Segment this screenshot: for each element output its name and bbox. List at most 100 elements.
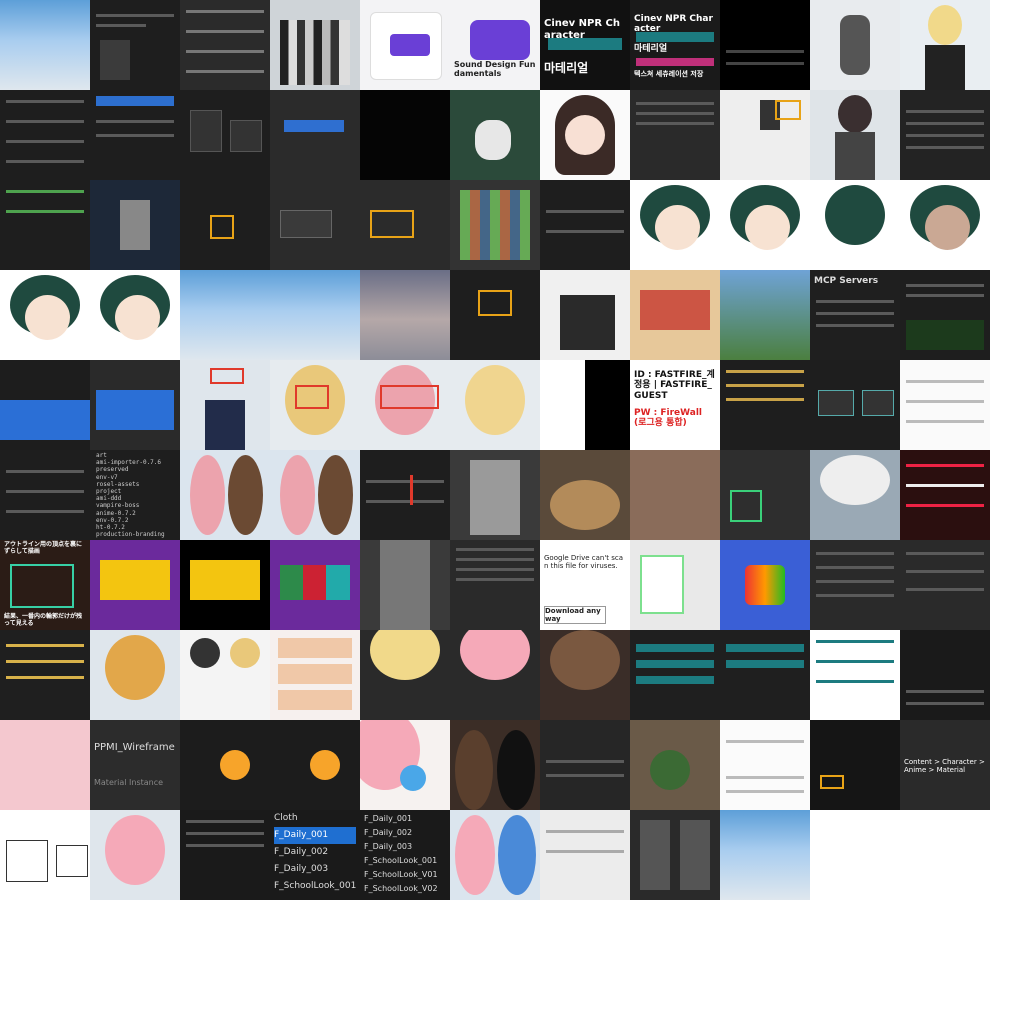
thumbnail-r1c3[interactable] xyxy=(180,0,270,90)
thumbnail-r7c2[interactable] xyxy=(90,540,180,630)
thumbnail-r1c5[interactable] xyxy=(360,0,450,90)
thumbnail-r2c10[interactable] xyxy=(810,90,900,180)
tree-item[interactable]: anime-0.7.2 xyxy=(96,510,165,517)
thumbnail-r5c7[interactable] xyxy=(540,360,630,450)
thumbnail-r5c10[interactable] xyxy=(810,360,900,450)
thumbnail-r8c9[interactable] xyxy=(720,630,810,720)
folder-item[interactable]: F_SchoolLook_V02 xyxy=(364,882,438,896)
thumbnail-r1c9[interactable] xyxy=(720,0,810,90)
thumbnail-r8c6[interactable] xyxy=(450,630,540,720)
thumbnail-r8c8[interactable] xyxy=(630,630,720,720)
folder-item[interactable]: F_Daily_003 xyxy=(274,861,356,878)
thumbnail-r9c2[interactable]: PPMI_Wireframe Material Instance xyxy=(90,720,180,810)
thumbnail-r6c6[interactable] xyxy=(450,450,540,540)
thumbnail-r2c4[interactable] xyxy=(270,90,360,180)
thumbnail-r1c6[interactable]: Sound Design Fundamentals xyxy=(450,0,540,90)
thumbnail-r4c5[interactable] xyxy=(360,270,450,360)
thumbnail-r7c1[interactable]: アウトライン用の頂点を裏にずらして描画 結果、一番内の輪郭だけが残って見える xyxy=(0,540,90,630)
thumbnail-r8c10[interactable] xyxy=(810,630,900,720)
thumbnail-r3c2[interactable] xyxy=(90,180,180,270)
thumbnail-r4c11[interactable] xyxy=(900,270,990,360)
thumbnail-r2c8[interactable] xyxy=(630,90,720,180)
thumbnail-r3c9[interactable] xyxy=(720,180,810,270)
thumbnail-r8c1[interactable] xyxy=(0,630,90,720)
thumbnail-r2c3[interactable] xyxy=(180,90,270,180)
folder-item[interactable]: F_SchoolLook_001 xyxy=(274,878,356,895)
tree-item[interactable]: art xyxy=(96,452,165,459)
thumbnail-r6c2[interactable]: art ami-importer-0.7.6 preserved env-v7 … xyxy=(90,450,180,540)
thumbnail-r8c4[interactable] xyxy=(270,630,360,720)
thumbnail-r6c7[interactable] xyxy=(540,450,630,540)
thumbnail-r5c3[interactable] xyxy=(180,360,270,450)
thumbnail-r10c6[interactable] xyxy=(450,810,540,900)
thumbnail-r10c8[interactable] xyxy=(630,810,720,900)
thumbnail-r8c2[interactable] xyxy=(90,630,180,720)
thumbnail-r4c8[interactable] xyxy=(630,270,720,360)
thumbnail-r3c3[interactable] xyxy=(180,180,270,270)
thumbnail-r9c4[interactable] xyxy=(270,720,360,810)
tree-item[interactable]: env-v7 xyxy=(96,474,165,481)
thumbnail-r8c3[interactable] xyxy=(180,630,270,720)
thumbnail-r3c8[interactable] xyxy=(630,180,720,270)
folder-item[interactable]: F_Daily_001 xyxy=(364,812,438,826)
thumbnail-r6c1[interactable] xyxy=(0,450,90,540)
thumbnail-r7c5[interactable] xyxy=(360,540,450,630)
thumbnail-r6c9[interactable] xyxy=(720,450,810,540)
thumbnail-r9c8[interactable] xyxy=(630,720,720,810)
tree-item[interactable]: production-branding xyxy=(96,531,165,538)
download-anyway-button[interactable]: Download anyway xyxy=(544,606,606,625)
folder-item[interactable]: F_Daily_002 xyxy=(364,826,438,840)
thumbnail-r10c9[interactable] xyxy=(720,810,810,900)
thumbnail-r5c2[interactable] xyxy=(90,360,180,450)
thumbnail-r2c6[interactable] xyxy=(450,90,540,180)
thumbnail-r1c1[interactable] xyxy=(0,0,90,90)
thumbnail-r7c10[interactable] xyxy=(810,540,900,630)
thumbnail-r5c9[interactable] xyxy=(720,360,810,450)
thumbnail-r9c6[interactable] xyxy=(450,720,540,810)
thumbnail-r7c6[interactable] xyxy=(450,540,540,630)
tree-item[interactable]: preserved xyxy=(96,466,165,473)
thumbnail-r6c3[interactable] xyxy=(180,450,270,540)
thumbnail-r4c2[interactable] xyxy=(90,270,180,360)
folder-item[interactable]: Cloth xyxy=(274,810,356,827)
thumbnail-r4c9[interactable] xyxy=(720,270,810,360)
thumbnail-r2c5[interactable] xyxy=(360,90,450,180)
thumbnail-r3c5[interactable] xyxy=(360,180,450,270)
thumbnail-r2c1[interactable] xyxy=(0,90,90,180)
thumbnail-r3c4[interactable] xyxy=(270,180,360,270)
thumbnail-r5c8[interactable]: ID : FASTFIRE_계정용 | FASTFIRE_GUEST PW : … xyxy=(630,360,720,450)
thumbnail-r4c3[interactable] xyxy=(180,270,270,360)
thumbnail-r4c7[interactable] xyxy=(540,270,630,360)
thumbnail-r5c5[interactable] xyxy=(360,360,450,450)
tree-item[interactable]: project xyxy=(96,488,165,495)
folder-item[interactable]: F_Daily_002 xyxy=(274,844,356,861)
thumbnail-r1c7[interactable]: Cinev NPR Character 마테리얼 xyxy=(540,0,630,90)
tree-item[interactable]: ht-0.7.2 xyxy=(96,524,165,531)
thumbnail-r6c4[interactable] xyxy=(270,450,360,540)
thumbnail-r7c7[interactable]: Google Drive can't scan this file for vi… xyxy=(540,540,630,630)
thumbnail-r10c5[interactable]: F_Daily_001 F_Daily_002 F_Daily_003 F_Sc… xyxy=(360,810,450,900)
folder-item[interactable]: F_SchoolLook_V01 xyxy=(364,868,438,882)
thumbnail-r3c1[interactable] xyxy=(0,180,90,270)
tree-item[interactable]: ami-importer-0.7.6 xyxy=(96,459,165,466)
thumbnail-r5c6[interactable] xyxy=(450,360,540,450)
thumbnail-r4c4[interactable] xyxy=(270,270,360,360)
thumbnail-r6c5[interactable] xyxy=(360,450,450,540)
thumbnail-r1c4[interactable] xyxy=(270,0,360,90)
folder-item[interactable]: F_Daily_001 xyxy=(274,827,357,844)
thumbnail-r10c7[interactable] xyxy=(540,810,630,900)
thumbnail-r3c6[interactable] xyxy=(450,180,540,270)
folder-item[interactable]: F_Daily_003 xyxy=(364,840,438,854)
thumbnail-r1c8[interactable]: Cinev NPR Character 마테리얼 텍스쳐 세츄레이션 저장 xyxy=(630,0,720,90)
thumbnail-r10c1[interactable] xyxy=(0,810,90,900)
thumbnail-r2c7[interactable] xyxy=(540,90,630,180)
thumbnail-r7c4[interactable] xyxy=(270,540,360,630)
thumbnail-r5c4[interactable] xyxy=(270,360,360,450)
thumbnail-r3c7[interactable] xyxy=(540,180,630,270)
thumbnail-r7c11[interactable] xyxy=(900,540,990,630)
thumbnail-r8c11[interactable] xyxy=(900,630,990,720)
thumbnail-r2c2[interactable] xyxy=(90,90,180,180)
thumbnail-r3c10[interactable] xyxy=(810,180,900,270)
thumbnail-r8c7[interactable] xyxy=(540,630,630,720)
thumbnail-r4c1[interactable] xyxy=(0,270,90,360)
